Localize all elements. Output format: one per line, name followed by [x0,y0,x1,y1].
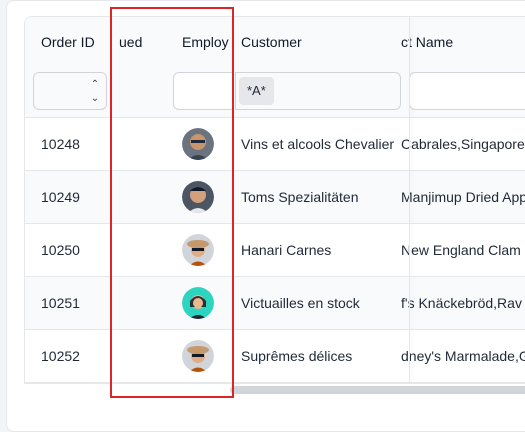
customer-filter-chip[interactable]: *A* [239,77,274,105]
table-row[interactable]: 10250 Hanari Carnes New England Clam [25,224,525,277]
customer-cell: Suprêmes délices [241,348,353,364]
chevron-up-icon[interactable]: ⌃ [88,79,102,91]
filter-row: ⌃ ⌄ *A* [25,67,525,118]
column-header-product-name[interactable]: ct Name [401,17,525,67]
customer-cell: Victuailles en stock [241,295,360,311]
table-row[interactable]: 10252 Suprêmes délices dney's Marmalade,… [25,330,525,383]
product-cell: Manjimup Dried App [401,189,525,205]
table-row[interactable]: 10251 Victuailles en stock f's Knäckebrö… [25,277,525,330]
avatar [182,181,214,213]
table-row[interactable]: 10248 Vins et alcools Chevalier Cabrales… [25,118,525,171]
chevron-down-icon[interactable]: ⌄ [88,93,102,105]
product-cell: Cabrales,Singapore [401,136,525,152]
order-id-cell: 10250 [41,242,80,258]
product-cell: New England Clam [401,242,521,258]
horizontal-scrollbar[interactable] [230,386,525,394]
avatar [182,128,214,160]
grid-header: Order ID ued Employ Customer ct Name [25,17,525,68]
column-header-order-id[interactable]: Order ID [41,17,121,67]
product-cell: f's Knäckebröd,Rav [401,295,522,311]
avatar [182,287,214,319]
order-id-cell: 10249 [41,189,80,205]
avatar [182,234,214,266]
table-row[interactable]: 10249 Toms Spezialitäten Manjimup Dried … [25,171,525,224]
order-id-filter-stepper[interactable]: ⌃ ⌄ [33,72,107,110]
order-id-cell: 10251 [41,295,80,311]
column-header-discontinued[interactable]: ued [119,17,159,67]
column-header-customer[interactable]: Customer [241,17,391,67]
customer-filter-input[interactable]: *A* [235,72,401,110]
product-cell: dney's Marmalade,G [401,348,525,364]
order-id-cell: 10252 [41,348,80,364]
orders-grid: Order ID ued Employ Customer ct Name ⌃ ⌄… [24,16,525,384]
employee-filter-input[interactable] [173,72,233,110]
customer-cell: Toms Spezialitäten [241,189,359,205]
column-header-employee[interactable]: Employ [182,17,232,67]
avatar [182,340,214,372]
customer-cell: Hanari Carnes [241,242,332,258]
pinned-columns-divider [409,17,410,383]
product-filter-input[interactable] [409,72,525,110]
customer-cell: Vins et alcools Chevalier [241,136,395,152]
order-id-cell: 10248 [41,136,80,152]
